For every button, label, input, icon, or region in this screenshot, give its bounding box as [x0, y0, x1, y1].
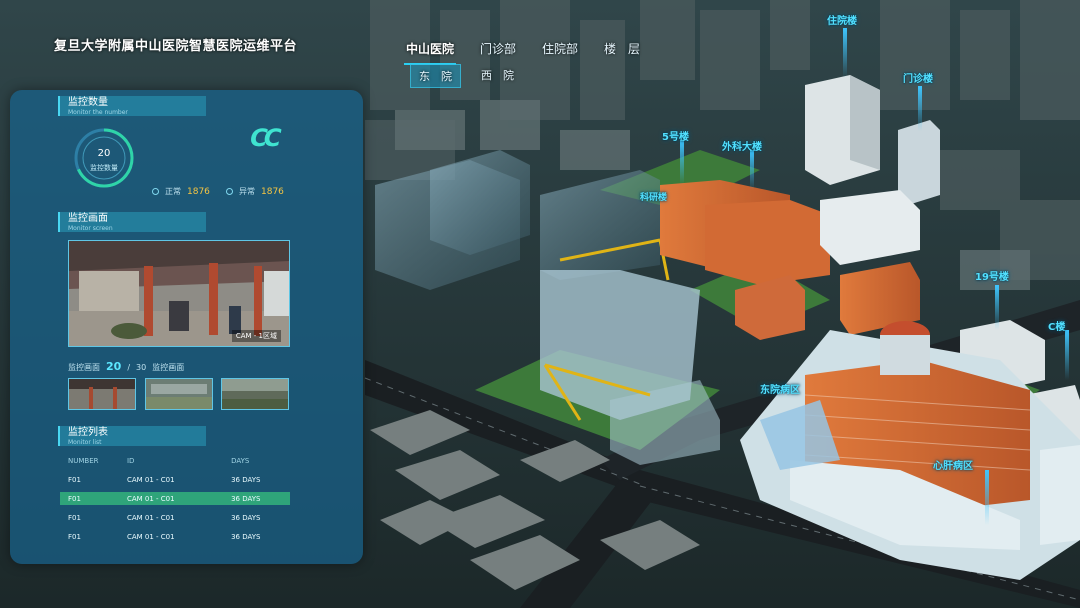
monitor-table: NUMBER ID DAYS F01 CAM 01 - C01 36 DAYS … [60, 454, 290, 543]
camera-thumbnail[interactable] [68, 378, 136, 410]
cell-number: F01 [68, 494, 81, 503]
cell-id: CAM 01 - C01 [126, 532, 175, 541]
section-title-text: 监控列表 [68, 427, 108, 438]
campus-east-button[interactable]: 东 院 [410, 64, 461, 88]
cell-days: 36 DAYS [231, 475, 261, 484]
map-label-inpatient[interactable]: 住院楼 [827, 12, 857, 27]
table-row[interactable]: F01 CAM 01 - C01 36 DAYS [60, 511, 290, 524]
section-title-text: 监控画面 [68, 213, 108, 224]
campus-west-button[interactable]: 西 院 [473, 64, 522, 88]
tab-floor[interactable]: 楼 层 [602, 38, 642, 65]
section-title-monitor-screen: 监控画面 Monitor screen [58, 212, 206, 232]
app-title: 复旦大学附属中山医院智慧医院运维平台 [54, 39, 298, 54]
thumbnail-count: 监控画面 20 / 30 监控画面 [68, 360, 184, 373]
table-header: NUMBER ID DAYS [60, 454, 290, 467]
cell-number: F01 [68, 532, 81, 541]
marker-beam [680, 140, 684, 185]
tab-inpatient[interactable]: 住院部 [540, 38, 580, 65]
section-subtitle: Monitor screen [68, 225, 113, 232]
campus-switch: 东 院 西 院 [410, 64, 522, 88]
cell-id: CAM 01 - C01 [126, 513, 175, 522]
cell-days: 36 DAYS [231, 494, 261, 503]
tab-zhongshan[interactable]: 中山医院 [404, 38, 457, 65]
camera-thumbnail[interactable] [221, 378, 289, 410]
cell-number: F01 [68, 513, 81, 522]
cell-id: CAM 01 - C01 [126, 494, 175, 503]
main-camera-feed[interactable]: CAM - 1区域 [68, 240, 290, 347]
section-title-text: 监控数量 [68, 97, 108, 108]
marker-beam [985, 470, 989, 525]
stat-abnormal-value: 1876 [261, 186, 284, 197]
camera-thumbnail[interactable] [145, 378, 213, 410]
stat-normal-label: 正常 [165, 187, 181, 196]
cell-days: 36 DAYS [231, 532, 261, 541]
table-row-selected[interactable]: F01 CAM 01 - C01 36 DAYS [60, 492, 290, 505]
cell-id: CAM 01 - C01 [126, 475, 175, 484]
table-row[interactable]: F01 CAM 01 - C01 36 DAYS [60, 530, 290, 543]
map-label-building-c[interactable]: C楼 [1048, 318, 1065, 333]
stat-normal-value: 1876 [187, 186, 210, 197]
column-header-days: DAYS [231, 456, 250, 465]
column-header-number: NUMBER [68, 456, 99, 465]
stat-abnormal-label: 异常 [239, 187, 255, 196]
status-dot-icon [226, 188, 233, 195]
section-subtitle: Monitor list [68, 439, 102, 446]
marker-beam [1065, 330, 1069, 380]
table-row[interactable]: F01 CAM 01 - C01 36 DAYS [60, 473, 290, 486]
status-dot-icon [152, 188, 159, 195]
marker-beam [750, 150, 754, 190]
thumb-current: 20 [106, 360, 122, 373]
map-label-surgery[interactable]: 外科大楼 [722, 138, 762, 153]
map-label-heart-liver[interactable]: 心肝病区 [933, 457, 973, 472]
marker-beam [843, 28, 847, 78]
stat-abnormal: 异常 1876 [226, 186, 284, 197]
thumb-separator: / [127, 363, 131, 372]
section-subtitle: Monitor the number [68, 109, 128, 116]
map-label-research[interactable]: 科研楼 [640, 190, 667, 203]
gauge-label: 监控数量 [90, 164, 118, 172]
section-title-monitor-count: 监控数量 Monitor the number [58, 96, 206, 116]
gauge-value: 20 [97, 148, 111, 159]
stat-normal: 正常 1876 [152, 186, 210, 197]
section-title-monitor-list: 监控列表 Monitor list [58, 426, 206, 446]
map-label-outpatient[interactable]: 门诊楼 [903, 70, 933, 85]
map-label-east-ward[interactable]: 东院病区 [760, 381, 800, 396]
thumb-total: 30 [136, 363, 147, 372]
marker-beam [918, 86, 922, 131]
map-label-building-5[interactable]: 5号楼 [662, 128, 689, 143]
thumb-label-prefix: 监控画面 [68, 363, 100, 372]
cell-days: 36 DAYS [231, 513, 261, 522]
thumb-label-suffix: 监控画面 [152, 363, 185, 372]
column-header-id: ID [126, 456, 135, 465]
marker-beam [995, 285, 999, 330]
main-nav: 中山医院 门诊部 住院部 楼 层 [404, 38, 642, 65]
cell-number: F01 [68, 475, 81, 484]
camera-caption: CAM - 1区域 [231, 330, 281, 342]
map-label-building-19[interactable]: 19号楼 [975, 268, 1009, 283]
tab-outpatient[interactable]: 门诊部 [478, 38, 518, 65]
